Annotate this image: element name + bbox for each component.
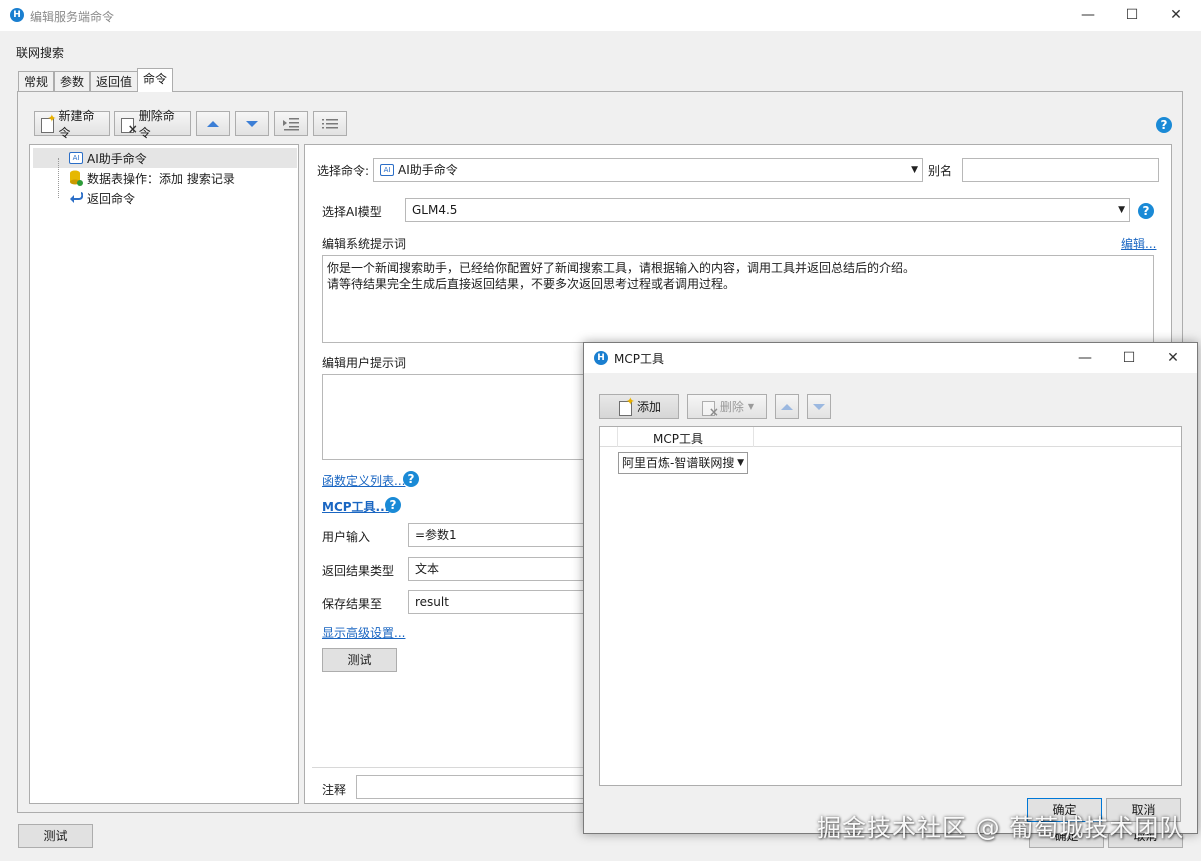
- delete-command-label: 删除命令: [138, 108, 175, 140]
- indent-button[interactable]: [274, 111, 308, 136]
- return-type-label: 返回结果类型: [322, 564, 395, 578]
- edit-system-prompt-link[interactable]: 编辑...: [1121, 235, 1156, 252]
- mcp-tools-grid: MCP工具 阿里百炼-智谱联网搜 ▼: [599, 426, 1182, 786]
- database-icon: [70, 170, 83, 186]
- ai-model-label: 选择AI模型: [322, 205, 382, 219]
- add-mcp-button[interactable]: 添加: [599, 394, 679, 419]
- dialog-close-button[interactable]: ✕: [1151, 343, 1195, 373]
- mcp-tools-help-icon[interactable]: ?: [385, 497, 401, 513]
- dialog-titlebar: H MCP工具 — ☐ ✕: [584, 343, 1197, 373]
- column-header-mcp: MCP工具: [653, 432, 703, 446]
- delete-document-icon: [700, 399, 719, 419]
- mcp-tool-dropdown[interactable]: 阿里百炼-智谱联网搜 ▼: [618, 452, 748, 474]
- delete-document-icon: [119, 116, 137, 136]
- row-header-cell: [600, 427, 618, 447]
- command-name: 联网搜索: [16, 46, 65, 60]
- tree-item-label: 返回命令: [87, 191, 136, 206]
- arrow-up-icon: [207, 120, 219, 127]
- arrow-down-icon: [246, 120, 258, 127]
- function-list-help-icon[interactable]: ?: [403, 471, 419, 487]
- tree-item-label: AI助手命令: [87, 151, 147, 166]
- close-button[interactable]: ✕: [1154, 0, 1198, 31]
- arrow-down-icon: [813, 403, 825, 410]
- save-result-label: 保存结果至: [322, 597, 383, 611]
- tree-item-ai-command[interactable]: AI AI助手命令: [33, 148, 297, 168]
- grid-header: MCP工具: [600, 427, 1181, 447]
- tree-item-database[interactable]: 数据表操作：添加 搜索记录: [33, 168, 297, 188]
- user-prompt-label: 编辑用户提示词: [322, 356, 407, 370]
- system-prompt-label: 编辑系统提示词: [322, 237, 407, 251]
- chevron-down-icon: ▼: [911, 165, 918, 175]
- dialog-minimize-button[interactable]: —: [1063, 343, 1107, 373]
- advanced-settings-link[interactable]: 显示高级设置...: [322, 624, 405, 641]
- select-command-dropdown[interactable]: AI AI助手命令 ▼: [373, 158, 923, 182]
- tab-command[interactable]: 命令: [137, 68, 174, 92]
- mcp-move-down-button[interactable]: [807, 394, 831, 419]
- help-icon[interactable]: ?: [1156, 117, 1172, 133]
- tab-return-value[interactable]: 返回值: [90, 71, 139, 92]
- delete-mcp-label: 删除: [719, 400, 744, 414]
- system-prompt-line: 请等待结果完全生成后直接返回结果，不要多次返回思考过程或者调用过程。: [327, 277, 736, 291]
- app-logo-icon: H: [594, 351, 608, 365]
- watermark-text: 掘金技术社区 @ 葡萄城技术团队: [817, 814, 1185, 842]
- tree-item-return[interactable]: 返回命令: [33, 188, 297, 208]
- window-titlebar: H 编辑服务端命令 — ☐ ✕: [0, 0, 1201, 31]
- add-mcp-label: 添加: [636, 400, 661, 414]
- test-button[interactable]: 测试: [18, 824, 93, 848]
- delete-command-button[interactable]: 删除命令: [114, 109, 191, 140]
- select-command-value: AI助手命令: [398, 163, 458, 177]
- mcp-tools-link[interactable]: MCP工具...: [322, 498, 389, 515]
- new-document-icon: [39, 112, 56, 133]
- move-up-button[interactable]: [196, 111, 230, 136]
- return-arrow-icon: [70, 192, 83, 203]
- column-divider: [753, 427, 754, 447]
- new-command-label: 新建命令: [58, 108, 95, 140]
- chevron-down-icon: ▼: [747, 402, 755, 411]
- chevron-down-icon: ▼: [1118, 205, 1125, 215]
- user-input-label: 用户输入: [322, 530, 371, 544]
- comment-label: 注释: [322, 783, 347, 797]
- mcp-tools-dialog: H MCP工具 — ☐ ✕ 添加 删除 ▼ MCP工具 阿里百炼-智谱联网搜 ▼…: [583, 342, 1198, 834]
- tab-general[interactable]: 常规: [18, 71, 55, 92]
- divider: [312, 767, 584, 768]
- user-prompt-textarea[interactable]: [322, 374, 622, 460]
- dialog-title: MCP工具: [614, 352, 664, 366]
- new-command-button[interactable]: 新建命令: [34, 109, 110, 140]
- mcp-move-up-button[interactable]: [775, 394, 799, 419]
- outdent-icon: [322, 118, 338, 128]
- alias-label: 别名: [928, 164, 953, 178]
- user-input-field[interactable]: =参数1: [408, 523, 608, 547]
- tab-params[interactable]: 参数: [54, 71, 91, 92]
- system-prompt-textarea[interactable]: 你是一个新闻搜索助手，已经给你配置好了新闻搜索工具，请根据输入的内容，调用工具并…: [322, 255, 1154, 343]
- save-result-field[interactable]: result: [408, 590, 608, 614]
- inner-test-button[interactable]: 测试: [322, 648, 397, 672]
- comment-input[interactable]: [356, 775, 596, 799]
- tree-item-label: 数据表操作：添加 搜索记录: [87, 171, 235, 186]
- window-title: 编辑服务端命令: [30, 10, 115, 24]
- select-command-label: 选择命令:: [317, 164, 370, 178]
- ai-model-value: GLM4.5: [412, 203, 458, 217]
- minimize-button[interactable]: —: [1066, 0, 1110, 31]
- ai-model-help-icon[interactable]: ?: [1138, 203, 1154, 219]
- return-type-dropdown[interactable]: 文本: [408, 557, 608, 581]
- dialog-maximize-button[interactable]: ☐: [1107, 343, 1151, 373]
- app-logo-icon: H: [10, 8, 24, 22]
- ai-model-dropdown[interactable]: GLM4.5 ▼: [405, 198, 1130, 222]
- function-list-link[interactable]: 函数定义列表...: [322, 472, 405, 489]
- ai-command-icon: AI: [380, 164, 394, 176]
- command-tree: AI AI助手命令 数据表操作：添加 搜索记录 返回命令: [29, 144, 299, 804]
- add-document-icon: [617, 395, 635, 416]
- delete-mcp-button[interactable]: 删除 ▼: [687, 394, 767, 419]
- alias-input[interactable]: [962, 158, 1159, 182]
- outdent-button[interactable]: [313, 111, 347, 136]
- mcp-tool-value: 阿里百炼-智谱联网搜: [622, 456, 735, 470]
- indent-icon: [283, 117, 299, 130]
- ai-command-icon: AI: [69, 152, 83, 164]
- move-down-button[interactable]: [235, 111, 269, 136]
- system-prompt-line: 你是一个新闻搜索助手，已经给你配置好了新闻搜索工具，请根据输入的内容，调用工具并…: [327, 261, 916, 275]
- chevron-down-icon: ▼: [737, 458, 744, 468]
- maximize-button[interactable]: ☐: [1110, 0, 1154, 31]
- arrow-up-icon: [781, 403, 793, 410]
